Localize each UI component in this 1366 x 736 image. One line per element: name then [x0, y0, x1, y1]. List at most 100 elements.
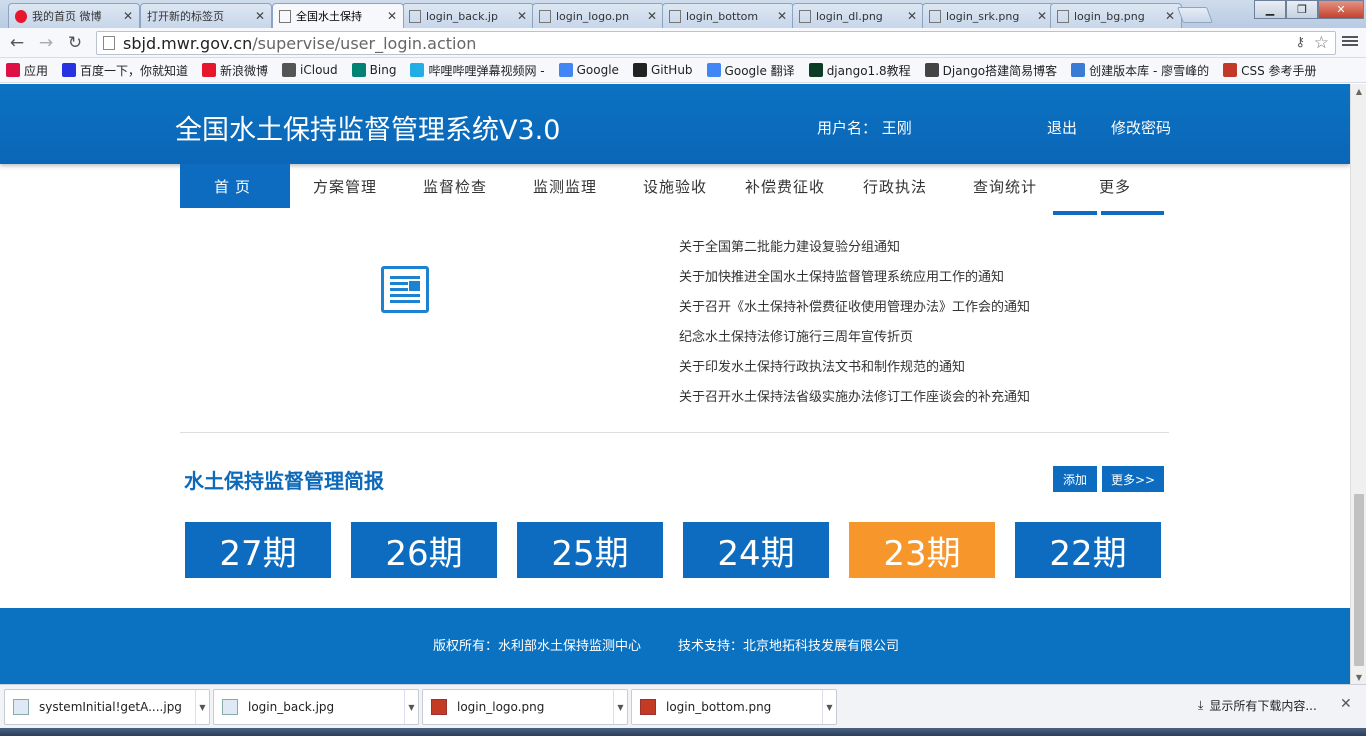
bookmark-item[interactable]: Bing [351, 63, 396, 77]
browser-tab[interactable]: 全国水土保持 ✕ [272, 3, 404, 28]
tab-close-icon[interactable]: ✕ [777, 9, 787, 23]
notice-link[interactable]: 关于印发水土保持行政执法文书和制作规范的通知 [679, 358, 1030, 388]
bookmark-item[interactable]: 应用 [6, 62, 48, 79]
close-downloads-icon[interactable]: ✕ [1340, 696, 1352, 712]
tab-close-icon[interactable]: ✕ [123, 9, 133, 23]
back-arrow-icon[interactable]: ← [6, 32, 28, 54]
nav-item[interactable]: 补偿费征收 [730, 164, 840, 208]
address-bar[interactable]: sbjd.mwr.gov.cn/supervise/user_login.act… [96, 31, 1336, 55]
bookmark-item[interactable]: django1.8教程 [808, 62, 911, 79]
bookmark-item[interactable]: 新浪微博 [202, 62, 268, 79]
bookmark-item[interactable]: 创建版本库 - 廖雪峰的 [1071, 62, 1209, 79]
brief-issue-button[interactable]: 24期 [683, 522, 829, 578]
nav-dropdown-indicator [1101, 211, 1164, 215]
notice-link[interactable]: 纪念水土保持法修订施行三周年宣传折页 [679, 328, 1030, 358]
nav-item[interactable]: 设施验收 [620, 164, 730, 208]
notice-link[interactable]: 关于全国第二批能力建设复验分组通知 [679, 238, 1030, 268]
download-item[interactable]: login_bottom.png ▼ [631, 689, 837, 725]
bookmark-favicon-icon [1071, 63, 1086, 77]
bookmark-item[interactable]: iCloud [282, 63, 338, 77]
download-item[interactable]: login_logo.png ▼ [422, 689, 628, 725]
tab-close-icon[interactable]: ✕ [1037, 9, 1047, 23]
bookmark-item[interactable]: Google [558, 63, 619, 77]
nav-item[interactable]: 方案管理 [290, 164, 400, 208]
tab-close-icon[interactable]: ✕ [1165, 9, 1175, 23]
browser-tab[interactable]: login_bg.png ✕ [1050, 3, 1182, 28]
tab-close-icon[interactable]: ✕ [647, 9, 657, 23]
forward-arrow-icon[interactable]: → [35, 32, 57, 54]
key-icon[interactable]: ⚷ [1295, 35, 1305, 50]
chrome-menu-icon[interactable] [1342, 34, 1358, 50]
brief-issue-button[interactable]: 26期 [351, 522, 497, 578]
file-icon [640, 699, 656, 715]
notice-link[interactable]: 关于召开水土保持法省级实施办法修订工作座谈会的补充通知 [679, 388, 1030, 418]
brief-issue-button[interactable]: 25期 [517, 522, 663, 578]
bookmark-star-icon[interactable]: ☆ [1314, 33, 1329, 53]
chevron-down-icon[interactable]: ▼ [613, 690, 627, 724]
tab-close-icon[interactable]: ✕ [387, 9, 397, 23]
maximize-button[interactable]: ❐ [1286, 0, 1318, 19]
footer-copyright: 版权所有：水利部水土保持监测中心 [433, 639, 642, 654]
nav-item[interactable]: 首页 [180, 164, 290, 208]
bookmark-item[interactable]: GitHub [632, 63, 693, 77]
minimize-button[interactable]: ▁ [1254, 0, 1286, 19]
download-item[interactable]: login_back.jpg ▼ [213, 689, 419, 725]
scrollbar-thumb[interactable] [1354, 494, 1364, 666]
browser-tab[interactable]: login_dl.png ✕ [792, 3, 924, 28]
vertical-scrollbar[interactable]: ▲ ▼ [1350, 84, 1366, 684]
logout-link[interactable]: 退出 [1047, 117, 1077, 138]
download-icon: ⤓ [1198, 698, 1204, 712]
nav-item[interactable]: 监督检查 [400, 164, 510, 208]
reload-icon[interactable]: ↻ [64, 32, 86, 54]
tab-close-icon[interactable]: ✕ [907, 9, 917, 23]
more-button[interactable]: 更多>> [1102, 466, 1164, 492]
notice-link[interactable]: 关于召开《水土保持补偿费征收使用管理办法》工作会的通知 [679, 298, 1030, 328]
tab-title: 我的首页 微博 [32, 10, 102, 23]
document-icon [381, 266, 429, 313]
chevron-down-icon[interactable]: ▼ [822, 690, 836, 724]
add-button[interactable]: 添加 [1053, 466, 1097, 492]
bookmark-item[interactable]: CSS 参考手册 [1223, 62, 1317, 79]
browser-tab[interactable]: 我的首页 微博 ✕ [8, 3, 140, 28]
tab-close-icon[interactable]: ✕ [255, 9, 265, 23]
window-controls: ▁ ❐ ✕ [1254, 0, 1364, 19]
tab-close-icon[interactable]: ✕ [517, 9, 527, 23]
tab-title: 全国水土保持 [296, 10, 362, 23]
bookmark-label: iCloud [300, 63, 338, 77]
nav-item[interactable]: 行政执法 [840, 164, 950, 208]
browser-tab[interactable]: 打开新的标签页 ✕ [140, 3, 272, 28]
brief-issue-button[interactable]: 22期 [1015, 522, 1161, 578]
brief-issue-button[interactable]: 23期 [849, 522, 995, 578]
scroll-down-icon[interactable]: ▼ [1351, 670, 1366, 684]
chevron-down-icon[interactable]: ▼ [404, 690, 418, 724]
browser-tab[interactable]: login_back.jp ✕ [402, 3, 534, 28]
nav-item[interactable]: 查询统计 [950, 164, 1060, 208]
bookmark-item[interactable]: 百度一下，你就知道 [62, 62, 188, 79]
download-item[interactable]: systemInitial!getA....jpg ▼ [4, 689, 210, 725]
page-icon [279, 9, 291, 23]
notice-link[interactable]: 关于加快推进全国水土保持监督管理系统应用工作的通知 [679, 268, 1030, 298]
section-divider [180, 432, 1169, 433]
page-icon [669, 9, 681, 23]
browser-tab[interactable]: login_logo.pn ✕ [532, 3, 664, 28]
tab-title: login_bg.png [1074, 9, 1145, 23]
bookmark-favicon-icon [558, 63, 573, 77]
bookmark-label: 应用 [24, 63, 49, 78]
new-tab-button[interactable] [1177, 7, 1213, 23]
user-name-label: 用户名： 王刚 [817, 119, 912, 137]
brief-issue-button[interactable]: 27期 [185, 522, 331, 578]
browser-tab[interactable]: login_bottom ✕ [662, 3, 794, 28]
scroll-up-icon[interactable]: ▲ [1351, 84, 1366, 98]
bookmark-item[interactable]: 哔哩哔哩弹幕视频网 - [410, 62, 545, 79]
nav-item[interactable]: 监测监理 [510, 164, 620, 208]
nav-dropdown-indicator [1053, 211, 1097, 215]
page-icon [539, 9, 551, 23]
show-all-downloads-link[interactable]: ⤓ 显示所有下载内容... [1198, 697, 1317, 714]
change-password-link[interactable]: 修改密码 [1111, 117, 1171, 138]
browser-tab[interactable]: login_srk.png ✕ [922, 3, 1054, 28]
bookmark-item[interactable]: Google 翻译 [706, 62, 795, 79]
chevron-down-icon[interactable]: ▼ [195, 690, 209, 724]
bookmark-item[interactable]: Django搭建简易博客 [924, 62, 1057, 79]
close-window-button[interactable]: ✕ [1318, 0, 1364, 19]
nav-item[interactable]: 更多 [1060, 164, 1170, 208]
